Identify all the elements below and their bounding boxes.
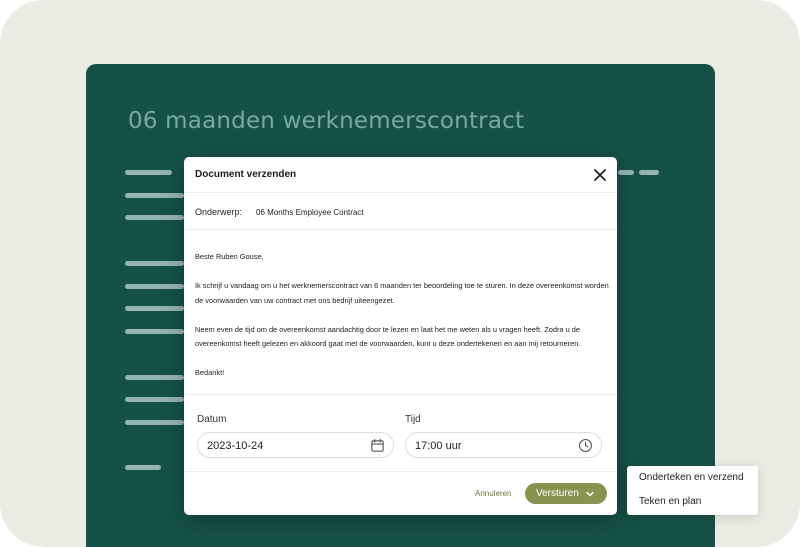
- message-paragraph: Neem even de tijd om de overeenkomst aan…: [195, 324, 581, 349]
- placeholder-line: [125, 261, 184, 266]
- send-button[interactable]: Versturen: [525, 483, 607, 504]
- message-paragraph: Ik schrijf u vandaag om u het werknemers…: [195, 281, 609, 305]
- placeholder-line: [125, 329, 184, 334]
- placeholder-line: [125, 306, 184, 311]
- document-title: 06 maanden werknemerscontract: [128, 108, 525, 134]
- subject-row: Onderwerp: 06 Months Employee Contract: [184, 193, 617, 230]
- time-field[interactable]: 17:00 uur: [405, 432, 602, 458]
- cancel-button[interactable]: Annuleren: [475, 489, 511, 498]
- date-label: Datum: [197, 414, 227, 425]
- placeholder-line: [125, 193, 184, 198]
- placeholder-line: [125, 375, 184, 380]
- placeholder-line: [125, 215, 184, 220]
- dialog-title: Document verzenden: [195, 169, 297, 180]
- menu-item-sign-and-schedule[interactable]: Teken en plan: [627, 490, 758, 514]
- placeholder-line: [639, 170, 659, 175]
- placeholder-line: [125, 170, 172, 175]
- message-closing: Bedankt!: [195, 368, 225, 377]
- send-options-menu: Onderteken en verzend Teken en plan: [627, 466, 758, 515]
- time-label: Tijd: [405, 414, 421, 425]
- placeholder-line: [618, 170, 634, 175]
- subject-label: Onderwerp:: [195, 207, 243, 217]
- dialog-header: Document verzenden: [184, 157, 617, 193]
- placeholder-line: [125, 465, 161, 470]
- clock-icon[interactable]: [578, 438, 593, 453]
- message-body[interactable]: Beste Ruben Gouse, Ik schrijf u vandaag …: [195, 250, 610, 381]
- menu-item-sign-and-send[interactable]: Onderteken en verzend: [627, 466, 758, 490]
- message-greeting: Beste Ruben Gouse,: [195, 252, 264, 261]
- placeholder-line: [125, 420, 184, 425]
- send-button-label: Versturen: [536, 488, 579, 499]
- time-value: 17:00 uur: [415, 440, 462, 452]
- close-button[interactable]: [591, 166, 609, 184]
- close-icon: [594, 169, 606, 181]
- date-value: 2023-10-24: [207, 440, 264, 452]
- placeholder-line: [125, 284, 184, 289]
- schedule-section: Datum 2023-10-24 Tijd 17:00 uur: [184, 394, 617, 472]
- calendar-icon[interactable]: [370, 438, 385, 453]
- placeholder-line: [125, 397, 184, 402]
- send-document-dialog: Document verzenden Onderwerp: 06 Months …: [184, 157, 617, 515]
- date-field[interactable]: 2023-10-24: [197, 432, 394, 458]
- subject-field[interactable]: 06 Months Employee Contract: [256, 208, 364, 217]
- chevron-down-icon: [586, 491, 594, 497]
